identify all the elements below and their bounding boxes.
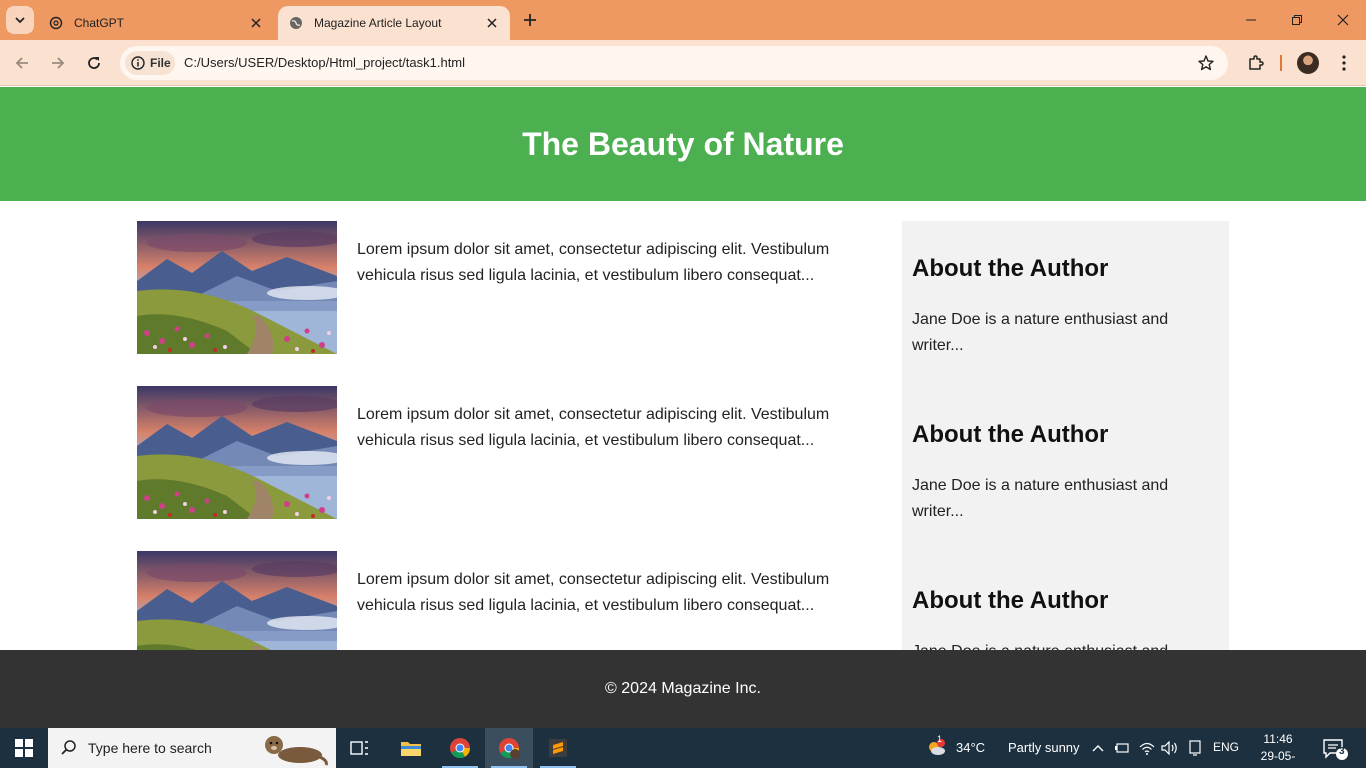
windows-icon	[15, 739, 33, 757]
openai-icon	[48, 15, 64, 31]
tab-search-button[interactable]	[6, 6, 34, 34]
sidebar: About the Author Jane Doe is a nature en…	[902, 221, 1229, 650]
close-window-button[interactable]	[1320, 0, 1366, 40]
forward-button[interactable]	[44, 49, 72, 77]
tab-title: Magazine Article Layout	[314, 16, 442, 30]
site-info-label: File	[150, 56, 171, 70]
close-icon	[1337, 14, 1349, 26]
notification-icon	[1323, 739, 1348, 760]
author-box: About the Author Jane Doe is a nature en…	[912, 387, 1219, 553]
folder-icon	[401, 742, 421, 756]
reload-button[interactable]	[80, 49, 108, 77]
author-box: About the Author Jane Doe is a nature en…	[912, 553, 1219, 650]
article-item: Lorem ipsum dolor sit amet, consectetur …	[137, 386, 877, 519]
puzzle-icon	[1249, 55, 1264, 70]
plus-icon	[524, 14, 536, 26]
battery-icon[interactable]	[1112, 738, 1132, 758]
article-text: Lorem ipsum dolor sit amet, consectetur …	[357, 406, 830, 449]
taskbar: Type here to search 1 34°C Partly sunny …	[0, 728, 1366, 768]
author-text: Jane Doe is a nature enthusiast and writ…	[912, 477, 1169, 520]
author-heading: About the Author	[912, 421, 1109, 448]
article-list: Lorem ipsum dolor sit amet, consectetur …	[137, 221, 877, 650]
site-header: The Beauty of Nature	[0, 87, 1366, 201]
restore-button[interactable]	[1274, 0, 1320, 40]
address-bar[interactable]: File C:/Users/USER/Desktop/Html_project/…	[120, 46, 1228, 80]
new-tab-button[interactable]	[518, 8, 542, 32]
close-tab-icon[interactable]	[246, 13, 266, 33]
toolbar-separator	[1280, 55, 1282, 71]
reload-icon	[88, 57, 100, 69]
arrow-right-icon	[52, 57, 65, 69]
article-text: Lorem ipsum dolor sit amet, consectetur …	[357, 571, 830, 614]
chrome-taskbar-button[interactable]	[436, 728, 484, 768]
landscape-image	[137, 221, 337, 354]
page-viewport: The Beauty of Nature Lorem ipsum dolor s…	[0, 87, 1366, 650]
article-item: Lorem ipsum dolor sit amet, consectetur …	[137, 221, 877, 354]
weather-temperature[interactable]: 34°C	[956, 740, 985, 755]
arrow-left-icon	[15, 57, 28, 69]
author-text: Jane Doe is a nature enthusiast and writ…	[912, 311, 1169, 354]
clock-time: 11:46	[1263, 732, 1293, 746]
footer-copyright: © 2024 Magazine Inc.	[605, 680, 761, 697]
system-clock[interactable]: 11:46 29-05-2024	[1248, 731, 1308, 768]
tab-title: ChatGPT	[74, 16, 125, 30]
notification-count: 3	[1339, 746, 1345, 757]
article-item: Lorem ipsum dolor sit amet, consectetur …	[137, 551, 877, 650]
tablet-mode-icon[interactable]	[1185, 738, 1205, 758]
search-placeholder: Type here to search	[88, 740, 212, 756]
task-view-icon	[350, 741, 368, 755]
sublime-text-button[interactable]	[534, 728, 582, 768]
landscape-image	[137, 386, 337, 519]
task-view-button[interactable]	[336, 728, 384, 768]
browser-toolbar: File C:/Users/USER/Desktop/Html_project/…	[0, 40, 1366, 86]
info-icon	[131, 56, 145, 70]
extensions-button[interactable]	[1242, 49, 1270, 77]
article-text: Lorem ipsum dolor sit amet, consectetur …	[357, 241, 830, 284]
browser-menu-button[interactable]	[1330, 49, 1358, 77]
file-explorer-button[interactable]	[387, 728, 435, 768]
input-language[interactable]: ENG	[1213, 740, 1239, 754]
tab-magazine-article-layout[interactable]: Magazine Article Layout	[278, 6, 510, 40]
bookmark-star-icon[interactable]	[1196, 53, 1216, 73]
chrome-icon	[450, 738, 471, 759]
weather-alert-badge: 1	[937, 734, 943, 744]
volume-icon[interactable]	[1160, 738, 1180, 758]
site-footer: © 2024 Magazine Inc.	[0, 650, 1366, 728]
back-button[interactable]	[8, 49, 36, 77]
minimize-icon	[1246, 19, 1256, 21]
close-tab-icon[interactable]	[482, 13, 502, 33]
site-info-chip[interactable]: File	[125, 51, 175, 75]
tab-chatgpt[interactable]: ChatGPT	[38, 6, 274, 40]
chrome-profile-taskbar-button[interactable]	[485, 728, 533, 768]
author-heading: About the Author	[912, 255, 1109, 282]
profile-avatar[interactable]	[1297, 52, 1319, 74]
more-vertical-icon	[1342, 55, 1346, 71]
tab-strip: ChatGPT Magazine Article Layout	[0, 0, 1366, 40]
page-title: The Beauty of Nature	[522, 125, 844, 162]
otter-illustration-icon	[260, 731, 330, 768]
author-box: About the Author Jane Doe is a nature en…	[912, 221, 1219, 387]
taskbar-search-box[interactable]: Type here to search	[48, 728, 336, 768]
url-text[interactable]: C:/Users/USER/Desktop/Html_project/task1…	[184, 55, 465, 70]
start-button[interactable]	[0, 728, 48, 768]
clock-date: 29-05-2024	[1260, 749, 1296, 768]
minimize-button[interactable]	[1228, 0, 1274, 40]
search-icon	[60, 739, 78, 757]
author-heading: About the Author	[912, 587, 1109, 614]
sublime-text-icon	[549, 739, 567, 757]
author-text: Jane Doe is a nature enthusiast and writ…	[912, 639, 1182, 650]
chevron-up-icon[interactable]	[1088, 738, 1108, 758]
globe-icon	[288, 15, 304, 31]
notification-center-button[interactable]: 3	[1318, 736, 1350, 760]
chevron-down-icon	[15, 17, 25, 24]
restore-icon	[1292, 15, 1302, 25]
chrome-icon	[499, 738, 520, 759]
landscape-image	[137, 551, 337, 650]
weather-condition[interactable]: Partly sunny	[1008, 740, 1080, 755]
wifi-icon[interactable]	[1137, 738, 1157, 758]
weather-icon[interactable]	[926, 738, 946, 758]
